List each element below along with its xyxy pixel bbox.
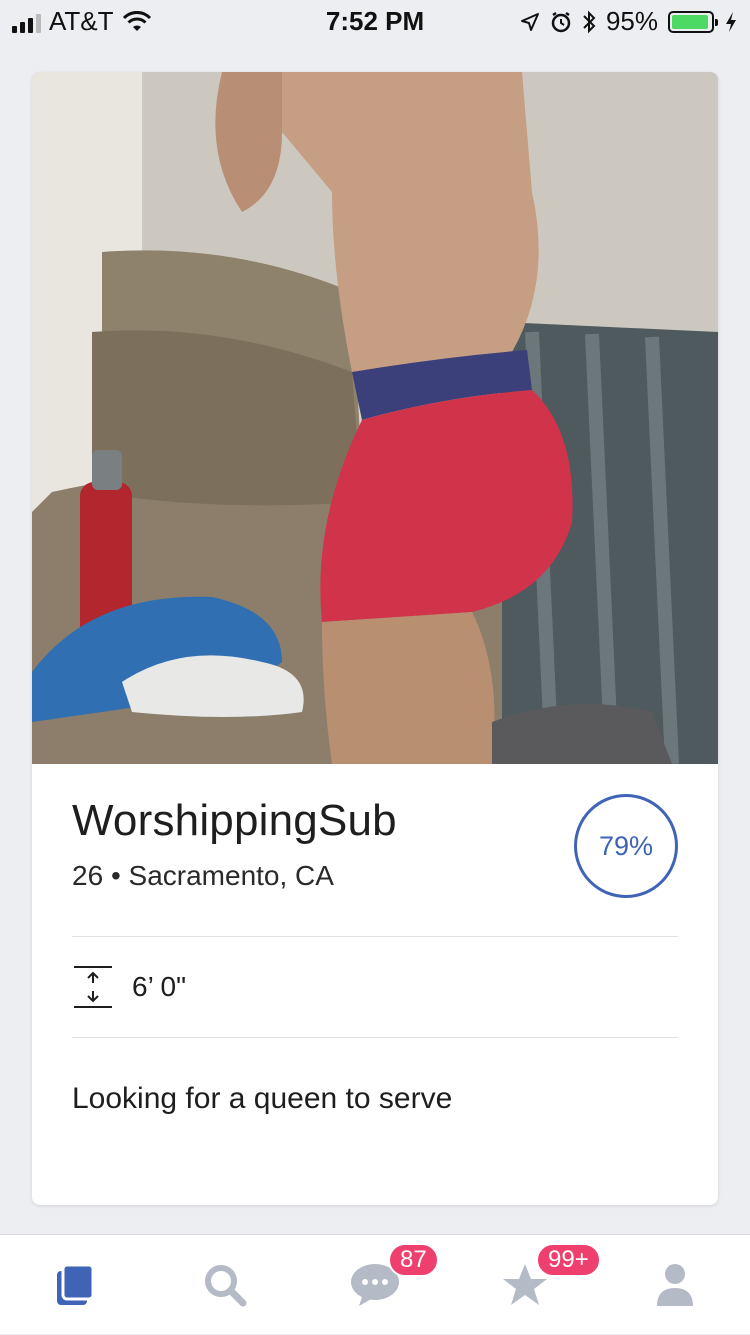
height-icon [74,966,112,1008]
profile-photo[interactable] [32,72,718,764]
profile-location: Sacramento, CA [128,860,334,891]
profile-card[interactable]: WorshippingSub 26 • Sacramento, CA 79% 6… [32,72,718,1205]
height-row: 6’ 0" [32,937,718,1037]
cards-icon [57,1263,95,1305]
likes-badge: 99+ [536,1243,601,1277]
messages-badge: 87 [388,1243,439,1277]
profile-age: 26 [72,860,104,891]
search-icon [205,1265,247,1307]
battery-icon [668,10,718,33]
battery-percent: 95% [605,6,658,36]
charging-bolt-icon [726,11,736,32]
tab-search[interactable] [150,1235,300,1335]
tab-profile[interactable] [600,1235,750,1335]
bluetooth-icon [583,10,596,33]
person-icon [657,1264,693,1306]
profile-photo-image [32,72,718,764]
status-right: 95% [520,6,738,37]
status-bar: AT&T 7:52 PM 95% [0,0,750,40]
location-arrow-icon [520,12,539,31]
tab-discover[interactable] [0,1235,150,1335]
height-value: 6’ 0" [132,971,187,1002]
alarm-icon [551,11,571,32]
tab-messages[interactable]: 87 [300,1235,450,1335]
profile-bio: Looking for a queen to serve [72,1082,453,1115]
meta-separator: • [110,860,121,891]
bottom-tab-bar: 87 99+ [0,1234,750,1334]
match-percentage-value: 79% [598,830,654,861]
profile-info: WorshippingSub 26 • Sacramento, CA 79% [32,764,718,898]
tab-likes[interactable]: 99+ [450,1235,601,1335]
match-percentage-badge[interactable]: 79% [574,794,678,898]
